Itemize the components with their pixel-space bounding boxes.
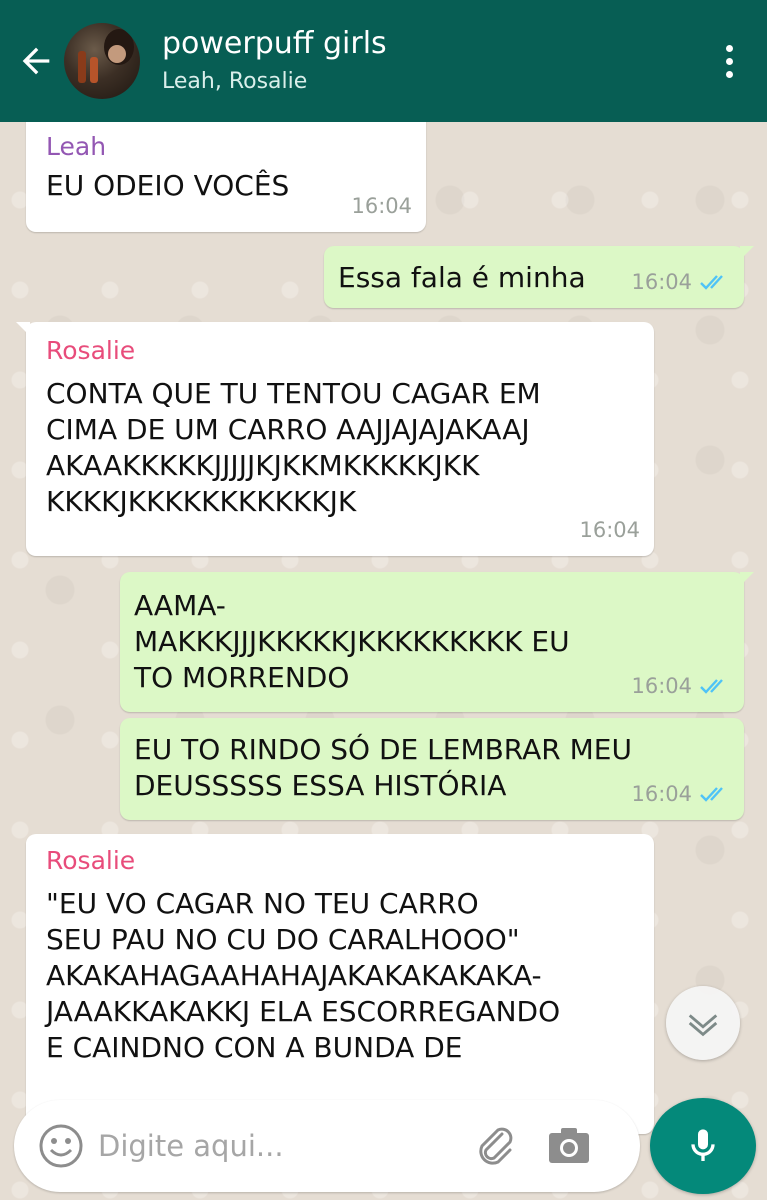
- message-meta: 16:04: [631, 668, 730, 704]
- chat-title-block[interactable]: powerpuff girls Leah, Rosalie: [162, 25, 701, 97]
- sender-name: Leah: [46, 132, 107, 161]
- double-check-icon: [700, 679, 723, 694]
- message-meta: 16:04: [579, 512, 640, 548]
- message-outgoing[interactable]: Essa fala é minha 16:04: [324, 246, 754, 308]
- message-meta: 16:04: [351, 188, 412, 224]
- compose-bar: [0, 1086, 767, 1200]
- message-text: CONTA QUE TU TENTOU CAGAR EM CIMA DE UM …: [46, 377, 541, 518]
- back-button[interactable]: [6, 0, 66, 122]
- message-meta: 16:04: [631, 264, 730, 300]
- chat-title: powerpuff girls: [162, 26, 387, 61]
- message-time: 16:04: [351, 194, 412, 218]
- compose-box: [14, 1100, 640, 1192]
- paperclip-icon[interactable]: [472, 1122, 520, 1170]
- microphone-button[interactable]: [650, 1098, 756, 1194]
- message-outgoing[interactable]: AAMA- MAKKKJJJKKKKKJKKKKKKKKK EU TO MORR…: [120, 572, 754, 712]
- double-check-icon: [700, 787, 723, 802]
- message-time: 16:04: [631, 674, 692, 698]
- more-vertical-icon: [725, 42, 733, 81]
- group-avatar[interactable]: [64, 23, 140, 99]
- arrow-left-icon: [22, 47, 50, 75]
- chevron-down-icon: [688, 1014, 718, 1037]
- message-time: 16:04: [631, 782, 692, 806]
- chat-participants: Leah, Rosalie: [162, 69, 308, 94]
- sender-name: Rosalie: [46, 336, 136, 365]
- message-meta: 16:04: [631, 776, 730, 812]
- menu-button[interactable]: [701, 0, 757, 122]
- sender-name: Rosalie: [46, 846, 136, 875]
- message-outgoing[interactable]: EU TO RINDO SÓ DE LEMBRAR MEU DEUSSSSS E…: [120, 718, 744, 820]
- message-input[interactable]: [98, 1129, 458, 1163]
- double-check-icon: [700, 275, 723, 290]
- message-incoming[interactable]: Leah EU ODEIO VOCÊS 16:04: [26, 112, 426, 232]
- camera-icon[interactable]: [546, 1123, 592, 1169]
- microphone-icon: [691, 1129, 715, 1161]
- scroll-to-bottom-button[interactable]: [666, 986, 740, 1060]
- emoji-icon[interactable]: [38, 1123, 84, 1169]
- chat-header: powerpuff girls Leah, Rosalie: [0, 0, 767, 122]
- message-text: "EU VO CAGAR NO TEU CARRO SEU PAU NO CU …: [46, 887, 561, 1064]
- message-incoming[interactable]: Rosalie CONTA QUE TU TENTOU CAGAR EM CIM…: [16, 322, 654, 556]
- message-time: 16:04: [631, 270, 692, 294]
- message-time: 16:04: [579, 518, 640, 542]
